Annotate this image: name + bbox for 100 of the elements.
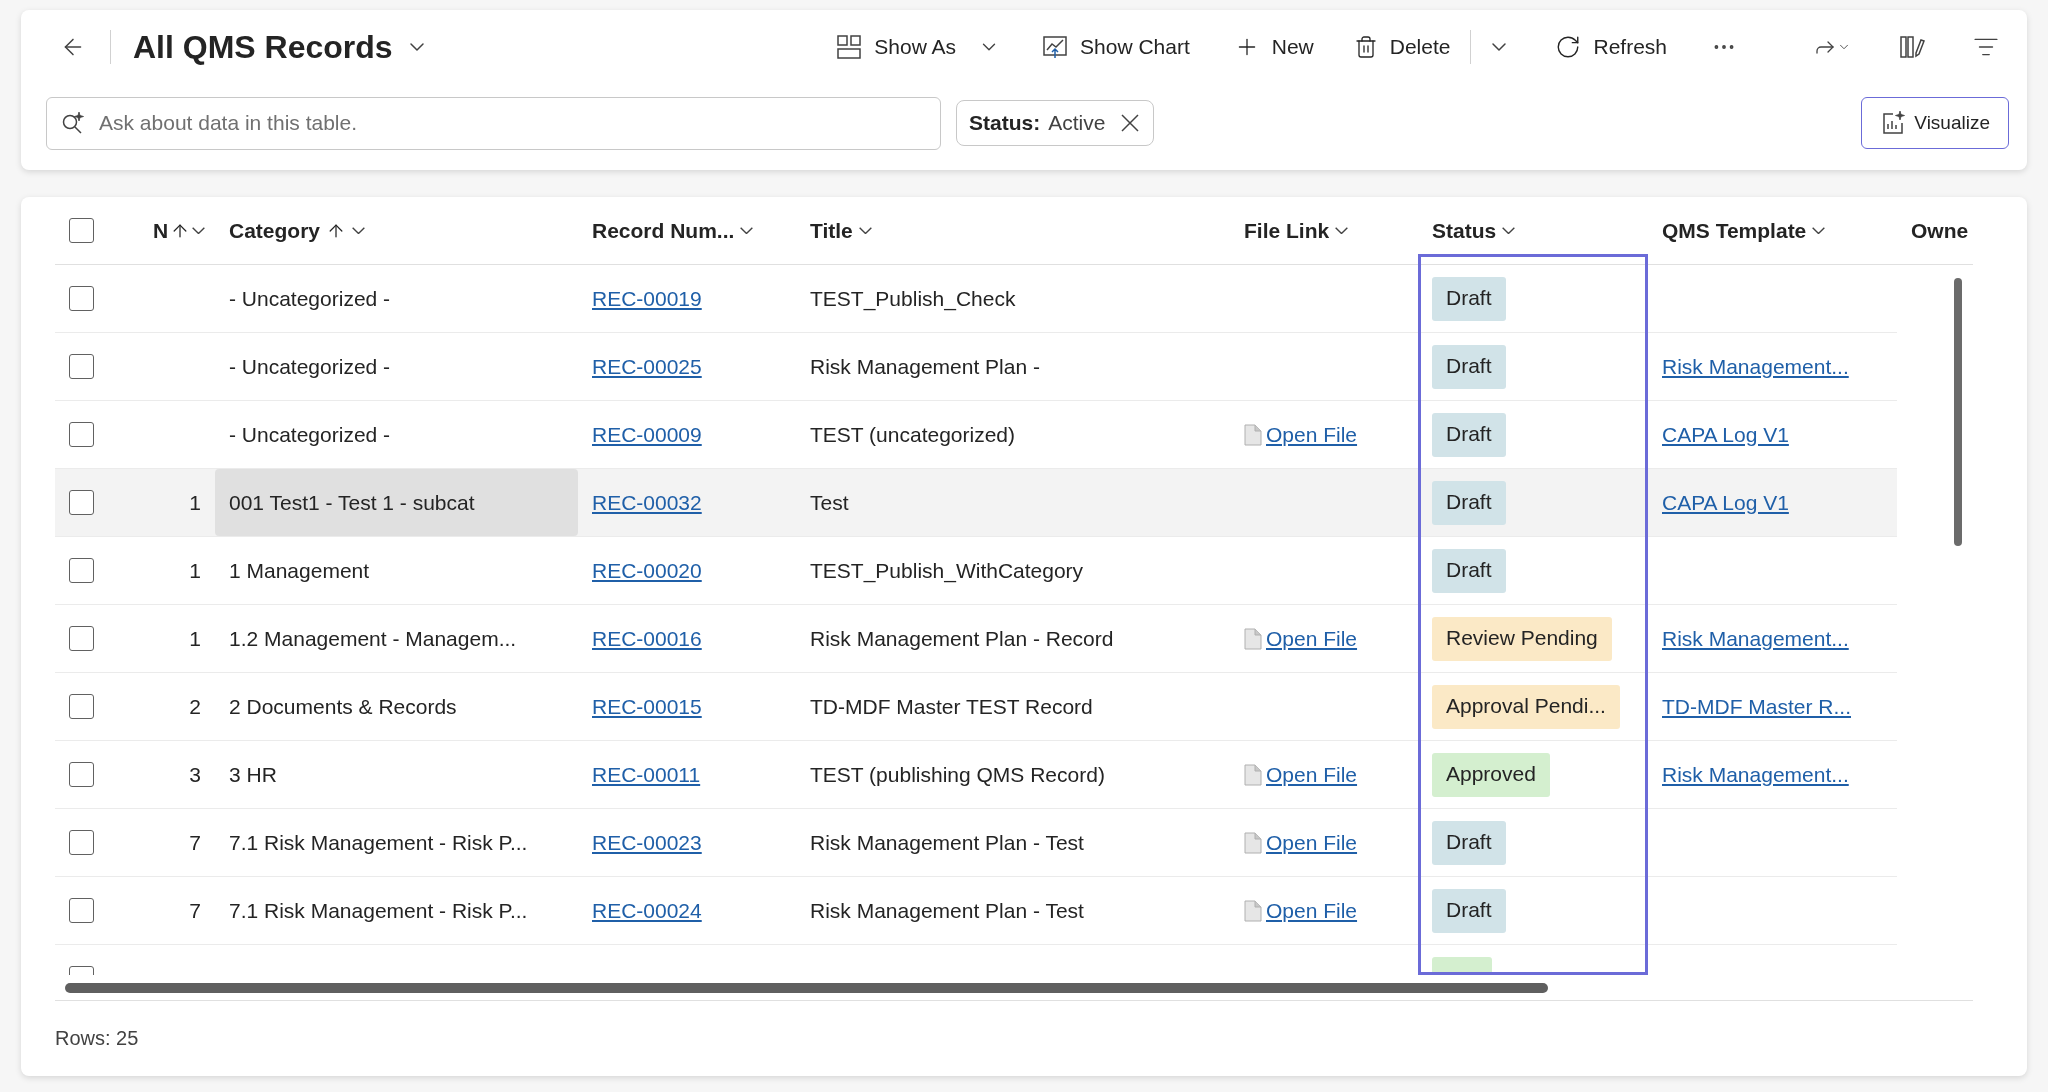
record-link[interactable]: REC-00016	[592, 626, 702, 651]
column-header[interactable]: QMS Template	[1648, 197, 1897, 264]
column-header[interactable]: File Link	[1230, 197, 1418, 264]
chevron-down-icon	[740, 226, 754, 235]
file-icon	[1244, 831, 1262, 854]
vertical-scrollbar[interactable]	[1954, 278, 1962, 546]
record-link[interactable]: REC-00015	[592, 694, 702, 719]
show-as-button[interactable]: Show As	[830, 30, 963, 64]
row-checkbox[interactable]	[69, 286, 94, 311]
table-cell: TD-MDF Master TEST Record	[810, 694, 1093, 719]
table-cell-text: - Uncategorized -	[228, 285, 392, 312]
column-header[interactable]: Record Num...	[578, 197, 796, 264]
row-checkbox[interactable]	[69, 762, 94, 787]
template-link[interactable]: Risk Management...	[1662, 354, 1849, 379]
template-link[interactable]: Risk Management...	[1662, 762, 1849, 787]
open-file-link[interactable]: Open File	[1244, 898, 1358, 923]
close-icon[interactable]	[1119, 112, 1142, 134]
column-header[interactable]: Title	[796, 197, 1230, 264]
status-badge: Draft	[1432, 888, 1506, 933]
search-field[interactable]: Ask about data in this table.	[46, 96, 941, 150]
open-file-link[interactable]: Open File	[1244, 626, 1358, 651]
row-checkbox[interactable]	[69, 898, 94, 923]
record-link[interactable]: REC-00020	[592, 558, 702, 583]
table-cell: TEST (publishing QMS Record)	[810, 762, 1105, 787]
visualize-button[interactable]: Visualize	[1861, 97, 2009, 149]
record-link[interactable]: REC-00032	[592, 490, 702, 515]
status-badge: Approved	[1432, 752, 1550, 797]
table-cell: 1	[189, 490, 201, 515]
record-link[interactable]: REC-00009	[592, 422, 702, 447]
template-link[interactable]: CAPA Log V1	[1662, 490, 1789, 515]
column-header[interactable]: Owne	[1897, 197, 1973, 264]
template-link[interactable]: TD-MDF Master R...	[1662, 694, 1851, 719]
new-button[interactable]: New	[1227, 30, 1320, 64]
select-all-checkbox[interactable]	[69, 218, 94, 243]
open-file-link[interactable]: Open File	[1244, 422, 1358, 447]
layout-icon	[836, 34, 863, 60]
row-checkbox[interactable]	[69, 694, 94, 719]
show-chart-button[interactable]: Show Chart	[1036, 30, 1196, 64]
record-link[interactable]: REC-00019	[592, 286, 702, 311]
row-checkbox[interactable]	[69, 626, 94, 651]
template-link[interactable]: Risk Management...	[1662, 626, 1849, 651]
file-icon	[1244, 899, 1262, 922]
table-cell: 3	[189, 762, 201, 787]
table-cell-text: 3 HR	[228, 761, 278, 788]
search-icon	[60, 109, 86, 136]
chevron-down-icon	[1812, 226, 1826, 235]
record-link[interactable]: REC-00011	[592, 762, 701, 787]
status-badge: Review Pending	[1432, 616, 1612, 661]
chevron-down-icon	[1335, 226, 1349, 235]
table-cell: 1	[189, 626, 201, 651]
row-checkbox[interactable]	[69, 490, 94, 515]
table-cell: 7	[189, 898, 201, 923]
record-link[interactable]: REC-00024	[592, 898, 702, 923]
status-badge: Approval Pendi...	[1432, 684, 1620, 729]
row-checkbox[interactable]	[69, 354, 94, 379]
record-link[interactable]: REC-00023	[592, 830, 702, 855]
chart-icon	[1042, 34, 1069, 60]
table-cell: 001 Test1 - Test 1 - subcat	[215, 469, 578, 536]
template-link[interactable]: CAPA Log V1	[1662, 422, 1789, 447]
table-cell-text: 7.1 Risk Management - Risk P...	[228, 897, 529, 924]
table-cell: TEST_Publish_WithCategory	[810, 558, 1084, 583]
table-cell: 1	[189, 558, 201, 583]
status-badge: Draft	[1432, 276, 1506, 321]
chevron-down-icon	[192, 226, 206, 235]
table-cell: 2	[189, 694, 201, 719]
table-cell: 7	[189, 830, 201, 855]
status-badge: Draft	[1432, 820, 1506, 865]
delete-button[interactable]: Delete	[1347, 31, 1457, 63]
table-cell: Risk Management Plan - Record	[810, 626, 1114, 651]
table-cell: Risk Management Plan -	[810, 354, 1040, 379]
refresh-button[interactable]: Refresh	[1549, 30, 1673, 64]
row-checkbox[interactable]	[69, 558, 94, 583]
table-cell-text: 7.1 Risk Management - Risk P...	[228, 829, 529, 856]
filter-chip[interactable]: Status: Active	[956, 100, 1155, 146]
status-badge: Draft	[1432, 344, 1506, 389]
row-checkbox[interactable]	[69, 830, 94, 855]
column-header[interactable]: Status	[1418, 197, 1648, 264]
table-cell-text: - Uncategorized -	[228, 421, 392, 448]
table-cell: Risk Management Plan - Test	[810, 898, 1084, 923]
hovered-row[interactable]: 1 001 Test1 - Test 1 - subcat REC-00032 Test Draft CAPA Log V1	[55, 469, 1897, 537]
chevron-down-icon	[352, 226, 366, 235]
table-cell: Risk Management Plan - Test	[810, 830, 1084, 855]
table-cell-text: 2 Documents & Records	[228, 693, 458, 720]
table-cell: Test	[810, 490, 849, 515]
table-cell: TEST_Publish_Check	[810, 286, 1016, 311]
columns-edit-icon	[1899, 34, 1925, 60]
chevron-down-icon	[858, 226, 872, 235]
view-title: All QMS Records	[133, 28, 393, 66]
horizontal-scrollbar[interactable]	[65, 982, 1548, 993]
column-header[interactable]: N	[145, 197, 215, 264]
status-badge: Draft	[1432, 548, 1506, 593]
file-icon	[1244, 627, 1262, 650]
record-link[interactable]: REC-00025	[592, 354, 702, 379]
open-file-link[interactable]: Open File	[1244, 830, 1358, 855]
row-checkbox[interactable]	[69, 422, 94, 447]
table-cell-text: - Uncategorized -	[228, 353, 392, 380]
open-file-link[interactable]: Open File	[1244, 762, 1358, 787]
table-cell: TEST (uncategorized)	[810, 422, 1016, 447]
chart-sparkle-icon	[1880, 110, 1907, 136]
column-header[interactable]: Category	[215, 197, 578, 264]
